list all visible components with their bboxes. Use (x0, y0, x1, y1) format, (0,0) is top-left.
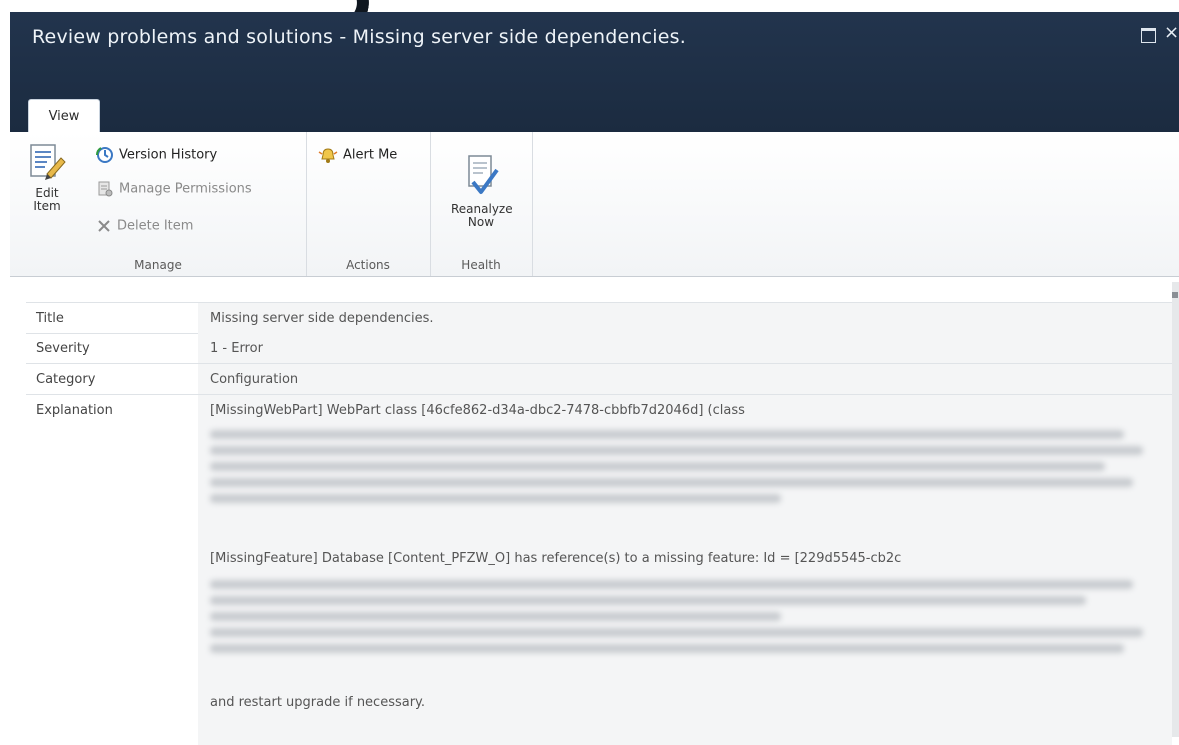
ribbon-group-health: Reanalyze Now Health (430, 132, 533, 276)
delete-item-button[interactable]: Delete Item (96, 218, 193, 234)
detail-row-title: Title Missing server side dependencies. (26, 302, 1172, 334)
detail-value-cell: Missing server side dependencies. (198, 303, 1172, 333)
manage-permissions-label: Manage Permissions (119, 181, 252, 197)
dialog-title: Review problems and solutions - Missing … (32, 26, 686, 48)
ribbon-group-label-manage: Manage (134, 258, 182, 272)
detail-label: Title (36, 311, 64, 326)
reanalyze-now-button[interactable]: Reanalyze Now (438, 154, 524, 229)
reanalyze-icon (468, 155, 499, 194)
manage-permissions-icon (98, 181, 113, 197)
edit-item-button[interactable]: Edit Item (22, 142, 72, 213)
edit-item-label: Edit Item (33, 186, 61, 213)
ribbon-group-actions: Alert Me Actions (306, 132, 431, 276)
edit-item-icon (30, 144, 66, 180)
version-history-label: Version History (119, 147, 218, 163)
explanation-line-2: [MissingFeature] Database [Content_PFZW_… (210, 551, 902, 566)
version-history-button[interactable]: Version History (96, 146, 217, 164)
detail-label: Severity (36, 341, 90, 356)
explanation-line-1: [MissingWebPart] WebPart class [46cfe862… (210, 403, 745, 418)
ribbon-group-label-health: Health (461, 258, 501, 272)
reanalyze-now-label: Reanalyze Now (451, 202, 513, 229)
explanation-line-3: and restart upgrade if necessary. (210, 695, 426, 710)
scroll-up-arrow-icon[interactable] (1172, 292, 1178, 298)
alert-me-button[interactable]: Alert Me (318, 146, 397, 164)
vertical-scrollbar[interactable] (1172, 282, 1179, 737)
detail-value-cell: [MissingWebPart] WebPart class [46cfe862… (198, 395, 1172, 745)
version-history-icon (96, 147, 113, 163)
detail-value: Missing server side dependencies. (210, 311, 434, 326)
detail-row-category: Category Configuration (26, 364, 1172, 395)
redacted-text (210, 423, 1162, 510)
detail-row-explanation: Explanation [MissingWebPart] WebPart cla… (26, 395, 1172, 745)
ribbon: Edit Item Version History Manage Permiss… (10, 132, 1179, 277)
detail-value: 1 - Error (210, 341, 263, 356)
item-details: Title Missing server side dependencies. … (10, 282, 1179, 745)
ribbon-group-label-actions: Actions (346, 258, 390, 272)
tab-view[interactable]: View (28, 99, 100, 133)
redacted-text (210, 573, 1162, 660)
modal-dialog: Review problems and solutions - Missing … (10, 12, 1179, 745)
detail-value-cell: 1 - Error (198, 333, 1172, 363)
detail-label: Explanation (36, 403, 113, 418)
delete-icon (98, 220, 110, 232)
detail-label: Category (36, 372, 96, 387)
alert-me-label: Alert Me (343, 147, 398, 163)
detail-value-cell: Configuration (198, 364, 1172, 394)
detail-value: Configuration (210, 372, 299, 387)
delete-item-label: Delete Item (117, 218, 194, 234)
ribbon-group-manage: Edit Item Version History Manage Permiss… (10, 132, 307, 276)
close-icon[interactable]: × (1164, 22, 1179, 43)
dialog-titlebar: Review problems and solutions - Missing … (10, 12, 1179, 133)
maximize-icon[interactable] (1141, 28, 1156, 43)
detail-row-severity: Severity 1 - Error (26, 333, 1172, 364)
alert-me-icon (318, 148, 338, 163)
background-strip (0, 0, 1179, 40)
manage-permissions-button[interactable]: Manage Permissions (96, 180, 252, 198)
